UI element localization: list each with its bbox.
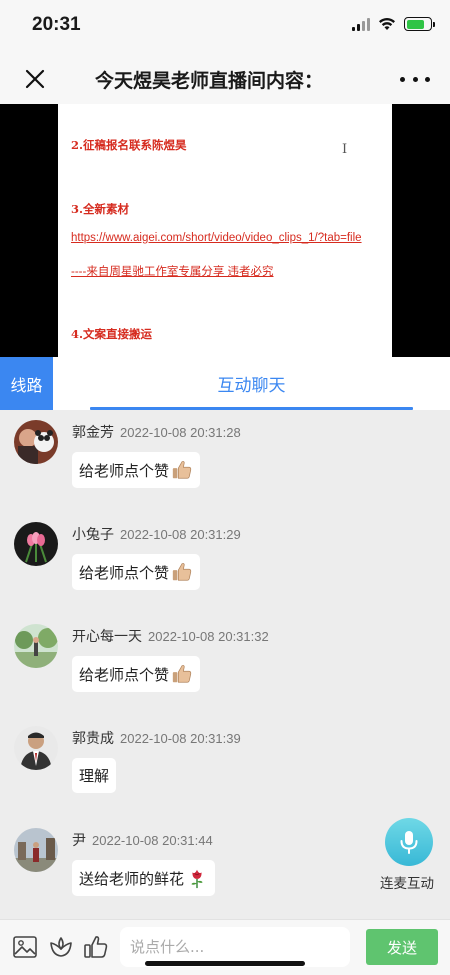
message-time: 2022-10-08 20:31:44 [92, 833, 213, 848]
live-video-player[interactable]: 2.征稿报名联系陈煜昊 3.全新素材 https://www.aigei.com… [0, 104, 450, 357]
flower-gift-icon[interactable] [48, 934, 74, 960]
slide-line: 2.征稿报名联系陈煜昊 [71, 138, 187, 152]
avatar[interactable] [14, 828, 58, 872]
avatar[interactable] [14, 420, 58, 464]
avatar[interactable] [14, 624, 58, 668]
battery-level [406, 19, 424, 29]
thumbs-up-icon [172, 563, 192, 581]
close-icon[interactable] [22, 66, 48, 92]
connect-mic-button[interactable]: 连麦互动 [378, 818, 440, 892]
message-bubble: 给老师点个赞 [72, 452, 201, 488]
chat-message: 郭贵成 2022-10-08 20:31:39 理解 [14, 716, 434, 806]
sender-name: 开心每一天 [72, 629, 142, 645]
status-time: 20:31 [32, 14, 81, 35]
image-icon[interactable] [12, 934, 38, 960]
message-text: 给老师点个赞 [79, 461, 170, 480]
tab-interactive-chat[interactable]: 互动聊天 [90, 357, 413, 410]
thumbs-up-icon [172, 461, 192, 479]
status-bar: 20:31 [0, 0, 450, 54]
slide-link: https://www.aigei.com/short/video/video_… [71, 232, 362, 244]
sender-name: 尹 [72, 833, 86, 849]
tab-route[interactable]: 线路 [0, 357, 53, 410]
home-indicator [145, 961, 305, 966]
send-button[interactable]: 发送 [366, 929, 438, 965]
message-meta: 郭贵成 2022-10-08 20:31:39 [72, 728, 241, 748]
tab-bar: 线路 互动聊天 [0, 357, 450, 410]
message-time: 2022-10-08 20:31:29 [120, 527, 241, 542]
slide-line: ----来自周星驰工作室专属分享 违者必究 [71, 266, 274, 278]
dot-icon [400, 76, 405, 82]
battery-icon [404, 17, 435, 31]
dot-icon [425, 76, 430, 82]
slide-line: 3.全新素材 [71, 202, 130, 216]
presentation-slide: 2.征稿报名联系陈煜昊 3.全新素材 https://www.aigei.com… [58, 104, 392, 357]
nav-bar: 今天煜昊老师直播间内容： [0, 54, 450, 104]
message-bubble: 给老师点个赞 [72, 554, 201, 590]
cellular-signal-icon [352, 17, 370, 31]
avatar[interactable] [14, 522, 58, 566]
text-cursor-icon: I [342, 142, 348, 157]
chat-message: 小兔子 2022-10-08 20:31:29 给老师点个赞 [14, 512, 434, 602]
rose-icon [191, 869, 203, 889]
chat-message: 尹 2022-10-08 20:31:44 送给老师的鲜花 [14, 818, 434, 908]
message-meta: 小兔子 2022-10-08 20:31:29 [72, 524, 241, 544]
sender-name: 郭金芳 [72, 425, 114, 441]
chat-message: 郭金芳 2022-10-08 20:31:28 给老师点个赞 [14, 410, 434, 500]
message-text: 给老师点个赞 [79, 563, 170, 582]
avatar[interactable] [14, 726, 58, 770]
message-bubble: 给老师点个赞 [72, 656, 201, 692]
page-title: 今天煜昊老师直播间内容： [95, 70, 324, 92]
composer-bar: 发送 [0, 919, 450, 975]
slide-line: 4.文案直接搬运 [71, 327, 153, 341]
message-text: 送给老师的鲜花 [79, 869, 185, 888]
message-time: 2022-10-08 20:31:39 [120, 731, 241, 746]
connect-mic-label: 连麦互动 [380, 876, 434, 892]
message-bubble: 送给老师的鲜花 [72, 860, 216, 896]
status-icons [352, 17, 435, 31]
message-time: 2022-10-08 20:31:32 [148, 629, 269, 644]
message-time: 2022-10-08 20:31:28 [120, 425, 241, 440]
message-text: 理解 [79, 767, 110, 785]
sender-name: 小兔子 [72, 527, 114, 543]
message-bubble: 理解 [72, 758, 117, 793]
chat-message: 开心每一天 2022-10-08 20:31:32 给老师点个赞 [14, 614, 434, 704]
thumbs-up-icon [172, 665, 192, 683]
like-icon[interactable] [83, 934, 109, 960]
message-meta: 郭金芳 2022-10-08 20:31:28 [72, 422, 241, 442]
wifi-icon [379, 18, 395, 30]
message-text: 给老师点个赞 [79, 665, 170, 684]
more-options-button[interactable] [400, 66, 430, 92]
sender-name: 郭贵成 [72, 731, 114, 747]
message-meta: 开心每一天 2022-10-08 20:31:32 [72, 626, 269, 646]
message-meta: 尹 2022-10-08 20:31:44 [72, 830, 213, 850]
microphone-icon [385, 818, 433, 866]
dot-icon [412, 76, 418, 82]
